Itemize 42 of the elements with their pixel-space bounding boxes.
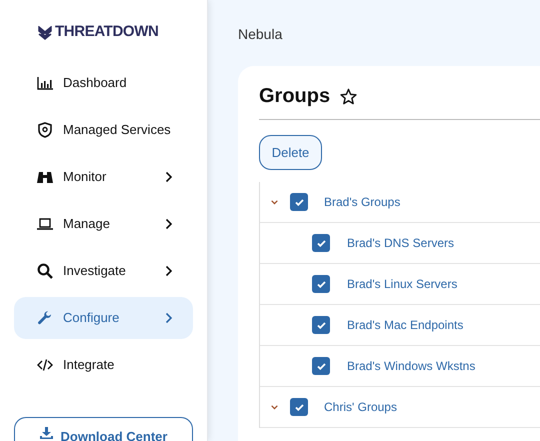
checkmark-icon [294, 198, 304, 206]
group-name[interactable]: Brad's Mac Endpoints [347, 316, 464, 334]
checkbox[interactable] [312, 316, 330, 334]
logo-text: THREATDOWN [55, 22, 158, 42]
delete-button[interactable]: Delete [259, 135, 322, 170]
group-name[interactable]: Chris' Groups [324, 398, 397, 416]
binoculars-icon [37, 169, 53, 185]
breadcrumb[interactable]: Nebula [238, 0, 540, 66]
checkmark-icon [316, 280, 326, 288]
checkmark-icon [316, 322, 326, 328]
group-name[interactable]: Brad's Groups [324, 193, 400, 211]
chevron-icon[interactable] [271, 404, 278, 410]
group-name[interactable]: Brad's Linux Servers [347, 275, 458, 293]
nav-item[interactable]: Configure [14, 297, 193, 339]
page-title: Groups [259, 84, 330, 109]
checkmark-icon [316, 240, 326, 246]
nav-item[interactable]: Integrate [14, 344, 193, 386]
wrench-icon [37, 310, 53, 326]
search-icon [37, 263, 53, 279]
nav-item[interactable]: Manage [14, 203, 193, 245]
group-name[interactable]: Brad's DNS Servers [347, 234, 454, 252]
checkbox[interactable] [290, 398, 308, 416]
download-center-button[interactable]: Download Center [14, 417, 193, 441]
nav-item[interactable]: Investigate [14, 250, 193, 292]
nav-item[interactable]: Dashboard [14, 62, 193, 104]
checkmark-icon [316, 362, 326, 370]
checkmark-icon [294, 404, 304, 410]
logo-icon [38, 26, 52, 40]
checkbox[interactable] [290, 193, 308, 211]
checkbox[interactable] [312, 234, 330, 252]
download-icon [40, 427, 53, 439]
code-icon [37, 357, 53, 373]
nav-item[interactable]: Managed Services [14, 109, 193, 151]
star-icon[interactable] [340, 88, 358, 104]
shield-icon [37, 122, 53, 138]
nav-item[interactable]: Monitor [14, 156, 193, 198]
chevron-icon[interactable] [271, 200, 278, 204]
laptop-icon [37, 216, 53, 232]
group-name[interactable]: Brad's Windows Wkstns [347, 357, 476, 375]
checkbox[interactable] [312, 357, 330, 375]
bar-chart-icon [37, 75, 53, 91]
checkbox[interactable] [312, 275, 330, 293]
